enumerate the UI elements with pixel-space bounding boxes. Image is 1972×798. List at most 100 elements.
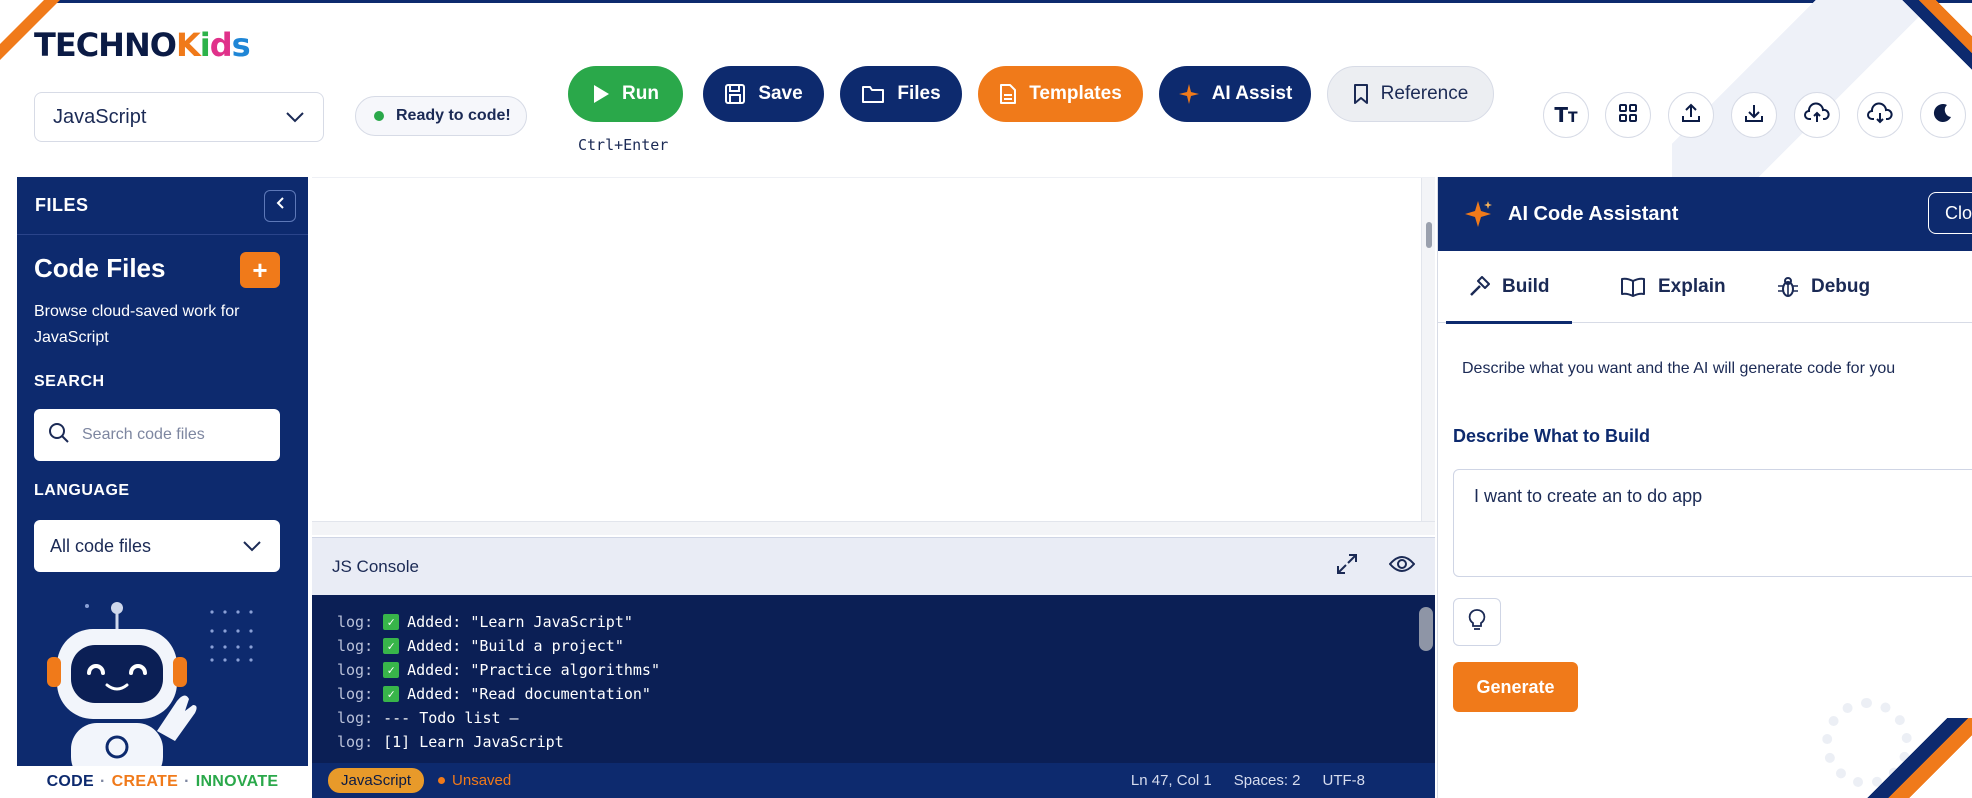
cloud-download-button[interactable] <box>1857 92 1903 138</box>
chevron-left-icon <box>275 196 285 215</box>
log-level: log: <box>337 685 374 703</box>
font-size-button[interactable]: TT <box>1543 92 1589 138</box>
log-level: log: <box>337 613 374 631</box>
logo-letter-i: i <box>199 26 211 64</box>
log-text: Added: "Learn JavaScript" <box>407 613 633 631</box>
tab-label: Explain <box>1658 275 1726 297</box>
chevron-down-icon <box>242 536 262 557</box>
folder-icon <box>861 84 885 104</box>
cursor-position: Ln 47, Col 1 <box>1130 772 1212 789</box>
save-button[interactable]: Save <box>703 66 824 122</box>
document-icon <box>999 83 1017 105</box>
chevron-down-icon <box>285 106 305 129</box>
console-scroll-thumb[interactable] <box>1419 607 1433 651</box>
files-sidebar: FILES Code Files + Browse cloud-saved wo… <box>17 177 308 798</box>
console-scrollbar[interactable] <box>1419 599 1433 759</box>
suggestion-button[interactable] <box>1453 598 1501 646</box>
search-box[interactable] <box>34 409 280 461</box>
search-input[interactable] <box>82 426 262 444</box>
expand-icon[interactable] <box>1335 552 1359 581</box>
log-text: Added: "Practice algorithms" <box>407 661 660 679</box>
ai-panel-header: AI Code Assistant Clo <box>1438 177 1972 251</box>
build-description-textarea[interactable]: I want to create an to do app <box>1453 469 1972 577</box>
check-icon: ✓ <box>383 686 400 702</box>
files-label: Files <box>897 83 941 104</box>
console-output: log: ✓ Added: "Learn JavaScript" log: ✓ Adde… <box>312 595 1435 763</box>
console-title: JS Console <box>332 556 419 576</box>
save-label: Save <box>758 83 803 104</box>
save-icon <box>724 83 746 105</box>
book-icon <box>1620 277 1646 297</box>
ai-tabs: Build Explain Debug <box>1438 251 1972 324</box>
play-icon <box>592 84 610 104</box>
editor-scrollbar[interactable] <box>1421 178 1435 535</box>
eye-icon[interactable] <box>1388 555 1416 578</box>
files-button[interactable]: Files <box>840 66 962 122</box>
add-file-button[interactable]: + <box>240 252 280 288</box>
ai-panel-title: AI Code Assistant <box>1508 202 1679 225</box>
sparkle-icon <box>1464 199 1494 229</box>
run-label: Run <box>622 83 659 104</box>
collapse-sidebar-button[interactable] <box>264 189 296 222</box>
layout-button[interactable] <box>1605 92 1651 138</box>
cloud-upload-button[interactable] <box>1794 92 1840 138</box>
tagline-separator: · <box>100 773 106 790</box>
moon-icon <box>1933 103 1953 128</box>
close-ai-panel-button[interactable]: Clo <box>1928 192 1972 234</box>
tagline-code: CODE <box>46 773 95 790</box>
language-filter-value: All code files <box>50 535 152 556</box>
code-editor[interactable] <box>312 177 1435 535</box>
status-dot-icon <box>374 111 384 121</box>
ai-panel-description: Describe what you want and the AI will g… <box>1462 360 1896 377</box>
log-text: [1] Learn JavaScript <box>383 733 564 751</box>
download-button[interactable] <box>1731 92 1777 138</box>
ai-assist-label: AI Assist <box>1211 83 1293 104</box>
reference-label: Reference <box>1380 83 1469 104</box>
logo-letter-d: d <box>209 26 233 64</box>
lightbulb-icon <box>1468 608 1486 637</box>
corner-decoration-inner <box>0 0 44 44</box>
status-badge: Ready to code! <box>355 96 527 136</box>
unsaved-text: Unsaved <box>452 772 512 789</box>
log-level: log: <box>337 661 374 679</box>
sidebar-title: Code Files <box>34 253 166 283</box>
tab-build[interactable]: Build <box>1446 251 1572 324</box>
ai-assist-button[interactable]: AI Assist <box>1159 66 1311 122</box>
search-icon <box>48 422 70 449</box>
run-shortcut: Ctrl+Enter <box>578 136 669 154</box>
unsaved-dot-icon <box>438 777 446 784</box>
console-line: log: [1] Learn JavaScript <box>337 730 1435 754</box>
tab-explain[interactable]: Explain <box>1598 251 1748 323</box>
dark-mode-button[interactable] <box>1920 92 1966 138</box>
tagline-innovate: INNOVATE <box>195 773 279 790</box>
run-button[interactable]: Run <box>568 66 683 122</box>
editor-horizontal-scrollbar[interactable] <box>312 521 1435 535</box>
log-level: log: <box>337 709 374 727</box>
file-encoding: UTF-8 <box>1322 772 1366 789</box>
cloud-download-icon <box>1867 102 1893 129</box>
build-input-label: Describe What to Build <box>1453 426 1651 446</box>
language-badge: JavaScript <box>328 768 425 793</box>
sidebar-header-title: FILES <box>35 195 89 215</box>
generate-button[interactable]: Generate <box>1453 662 1578 712</box>
console-header: JS Console <box>312 537 1435 595</box>
robot-mascot-illustration <box>37 601 207 783</box>
tab-label: Debug <box>1811 275 1871 297</box>
language-filter-select[interactable]: All code files <box>34 520 280 572</box>
language-select[interactable]: JavaScript <box>34 92 324 142</box>
unsaved-indicator: Unsaved <box>438 772 511 789</box>
plus-icon: + <box>252 254 268 285</box>
tab-debug[interactable]: Debug <box>1755 251 1892 323</box>
cloud-upload-icon <box>1804 102 1830 129</box>
corner-decoration <box>1902 0 1972 70</box>
upload-button[interactable] <box>1668 92 1714 138</box>
tab-label: Build <box>1502 275 1550 297</box>
build-description-value: I want to create an to do app <box>1474 486 1703 506</box>
tagline-separator: · <box>184 773 190 790</box>
templates-button[interactable]: Templates <box>978 66 1143 122</box>
editor-scroll-thumb[interactable] <box>1426 222 1432 248</box>
log-text: --- Todo list — <box>383 709 519 727</box>
sidebar-header: FILES <box>17 177 308 235</box>
corner-decoration <box>1842 718 1972 798</box>
reference-button[interactable]: Reference <box>1327 66 1494 122</box>
